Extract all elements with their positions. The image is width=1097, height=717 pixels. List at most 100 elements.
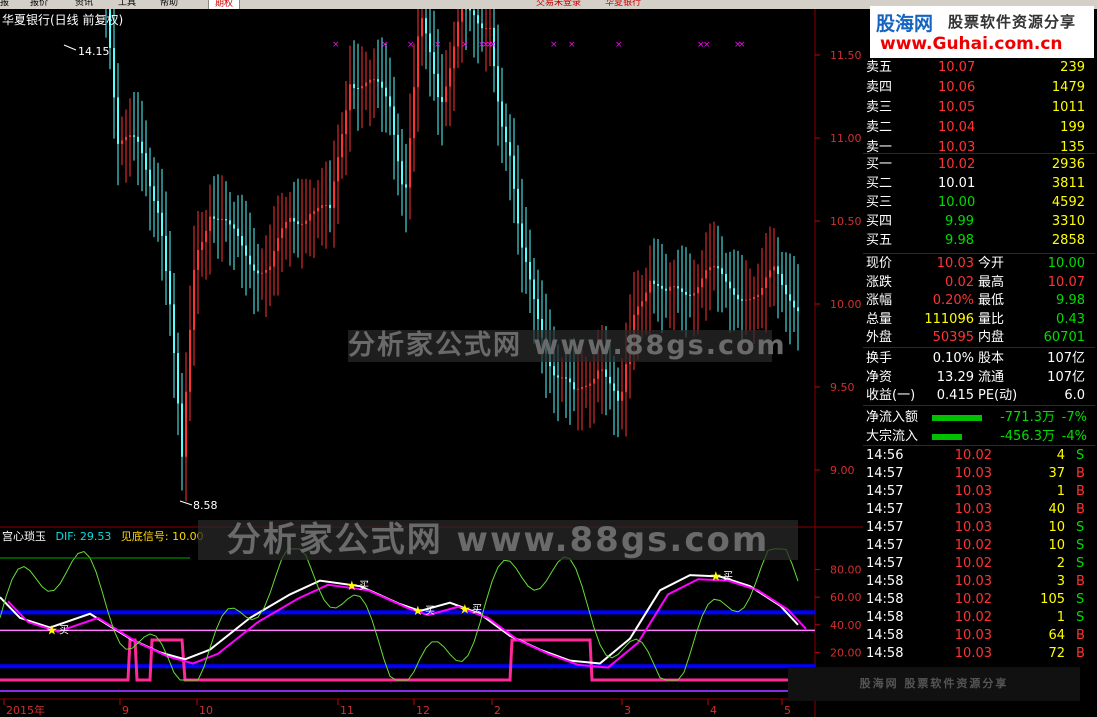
signal-marker: × (738, 40, 746, 50)
quote-value: 60701 (1043, 330, 1085, 345)
quote-value: 0.02 (945, 274, 974, 290)
indicator-axis-label: 40.00 (830, 619, 862, 632)
tick-side: B (1076, 484, 1085, 499)
candle-body (441, 97, 443, 102)
quote-label: PE(动) (978, 388, 1018, 403)
candle-body (213, 216, 215, 219)
sell-level-label: 卖四 (866, 80, 893, 95)
candle-body (241, 236, 243, 246)
tick-side: B (1076, 646, 1085, 661)
candle-body (565, 377, 567, 379)
candle-body (617, 390, 619, 401)
candle-body (657, 283, 659, 286)
candle-body (137, 136, 139, 142)
menu-item[interactable]: 报 (0, 0, 9, 8)
candle-body (357, 87, 359, 89)
candle-body (297, 221, 299, 224)
candle-body (161, 212, 163, 236)
quote-value: 13.29 (936, 369, 974, 385)
candle-body (369, 79, 371, 83)
date-label: 12 (416, 704, 430, 717)
price-axis-label: 9.00 (830, 464, 855, 477)
tick-time: 14:58 (866, 628, 904, 643)
quote-label: 换手 (866, 351, 893, 366)
candle-body (341, 134, 343, 158)
tick-price: 10.03 (954, 574, 992, 589)
candle-body (673, 286, 675, 288)
candle-body (313, 211, 315, 214)
candle-body (625, 364, 627, 392)
candle-body (257, 270, 259, 274)
candle-body (669, 286, 671, 291)
sell-level-volume: 1479 (1051, 80, 1085, 95)
kline-chart[interactable]: 14.0013.5013.0012.5012.0011.5011.0010.50… (0, 9, 863, 717)
date-label: 9 (122, 704, 129, 717)
low-marker-line (179, 500, 193, 506)
candle-body (273, 250, 275, 267)
indicator-signal: 见底信号: 10.00 (120, 530, 204, 543)
candle-body (453, 46, 455, 69)
quote-value: 111096 (924, 311, 974, 327)
tick-price: 10.03 (954, 646, 992, 661)
tick-side: S (1076, 610, 1085, 625)
signal-marker: × (332, 40, 340, 50)
watermark: 分析家公式网 www.88gs.com (198, 520, 798, 560)
signal-marker: × (615, 40, 623, 50)
tick-side: S (1076, 556, 1085, 571)
tick-side: S (1076, 520, 1085, 535)
candle-body (593, 378, 595, 384)
candle-body (265, 269, 267, 273)
candle-body (597, 370, 599, 379)
candle-body (405, 184, 407, 188)
menu-item[interactable]: 工具 (118, 0, 136, 8)
candle-body (185, 391, 187, 457)
candle-body (389, 96, 391, 107)
tick-volume: 1 (1056, 484, 1065, 499)
candle-body (709, 267, 711, 271)
signal-marker: × (703, 40, 711, 50)
menu-item[interactable]: 帮助 (160, 0, 178, 8)
candle-body (769, 270, 771, 278)
candle-body (321, 205, 323, 208)
candle-body (261, 272, 263, 274)
candle-body (757, 294, 759, 297)
quote-label: 股本 (978, 351, 1005, 366)
flow-amount: -771.3万 (1000, 410, 1055, 425)
candle-body (281, 228, 283, 238)
kline-chart-area[interactable]: 14.0013.5013.0012.5012.0011.5011.0010.50… (0, 9, 863, 717)
candle-body (317, 207, 319, 212)
watermark: 股海网 股票软件资源分享 (788, 667, 1080, 701)
candle-body (721, 268, 723, 275)
high-marker-line (63, 44, 77, 51)
menu-item[interactable]: 报价 (30, 0, 48, 8)
candle-body (193, 269, 195, 330)
flow-percent: -7% (1061, 410, 1087, 425)
quote-value: 10.07 (1047, 274, 1085, 290)
tab-options[interactable]: 期权 (208, 0, 241, 9)
tick-time: 14:58 (866, 646, 904, 661)
candle-body (285, 221, 287, 229)
candle-body (645, 292, 647, 302)
candle-body (177, 353, 179, 404)
buy-signal-label: 买 (472, 604, 482, 616)
candle-body (445, 86, 447, 102)
menu-item[interactable]: 资讯 (75, 0, 93, 8)
candle-body (605, 369, 607, 377)
buy-level-price: 10.01 (938, 176, 976, 191)
candle-body (309, 213, 311, 221)
login-status: 交易未登录 (536, 0, 582, 8)
candle-body (609, 376, 611, 384)
candle-body (433, 52, 435, 74)
candle-body (533, 279, 535, 300)
price-axis-label: 9.50 (830, 381, 855, 394)
sell-level-label: 卖一 (866, 140, 893, 155)
candle-body (121, 140, 123, 144)
candle-body (501, 101, 503, 127)
buy-level-label: 买一 (866, 157, 893, 172)
candle-body (621, 391, 623, 401)
candle-body (173, 304, 175, 354)
candle-body (793, 300, 795, 308)
tick-volume: 10 (1048, 520, 1065, 535)
quote-value: 9.98 (1056, 293, 1085, 308)
candle-body (701, 278, 703, 288)
